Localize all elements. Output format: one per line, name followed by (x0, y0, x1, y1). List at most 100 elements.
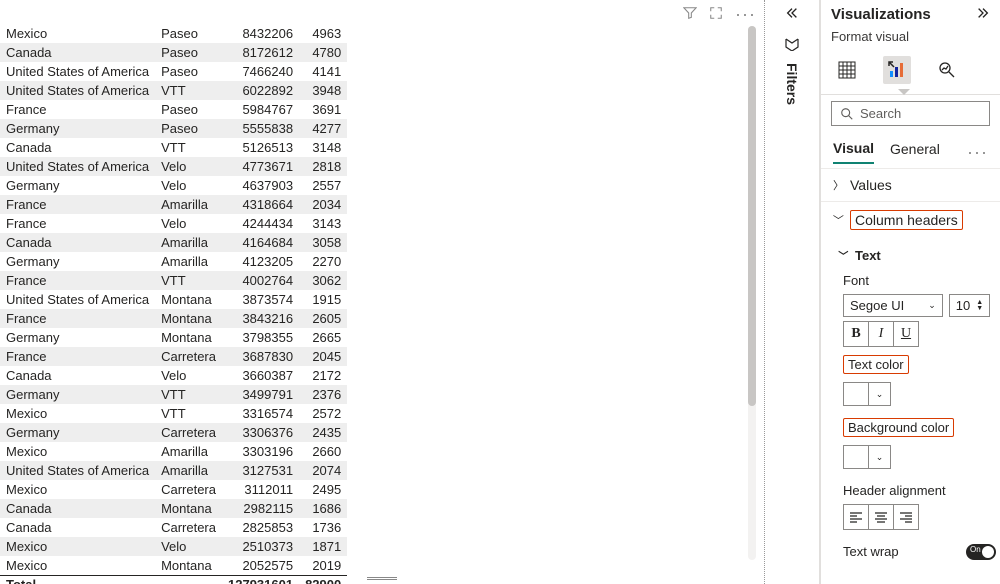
align-right-button[interactable] (893, 504, 919, 530)
table-cell: 5984767 (222, 100, 299, 119)
table-cell: Germany (0, 385, 155, 404)
table-row[interactable]: GermanyVTT34997912376 (0, 385, 347, 404)
table-row[interactable]: United States of AmericaMontana387357419… (0, 290, 347, 309)
chevron-down-icon[interactable]: ⌄ (869, 445, 891, 469)
table-cell: Amarilla (155, 195, 222, 214)
show-pane-icon[interactable] (784, 35, 800, 51)
tabs-more-icon[interactable]: ··· (967, 142, 988, 163)
table-cell: France (0, 214, 155, 233)
table-row[interactable]: FranceVelo42444343143 (0, 214, 347, 233)
table-cell: Mexico (0, 442, 155, 461)
table-row[interactable]: MexicoVelo25103731871 (0, 537, 347, 556)
table-row[interactable]: MexicoCarretera31120112495 (0, 480, 347, 499)
table-row[interactable]: MexicoAmarilla33031962660 (0, 442, 347, 461)
chevron-down-icon: ⌄ (928, 300, 936, 311)
build-visual-icon[interactable] (833, 56, 861, 84)
filter-icon[interactable] (683, 6, 697, 23)
table-cell: VTT (155, 385, 222, 404)
tab-general[interactable]: General (890, 141, 940, 163)
text-wrap-toggle[interactable]: On (966, 544, 996, 560)
color-swatch-box[interactable] (843, 445, 869, 469)
bold-button[interactable]: B (843, 321, 869, 347)
format-tabs: Visual General ··· (821, 132, 1000, 164)
table-row[interactable]: MexicoVTT33165742572 (0, 404, 347, 423)
align-left-button[interactable] (843, 504, 869, 530)
table-total-row: Total12793160182900 (0, 575, 347, 584)
font-label: Font (843, 271, 1000, 290)
table-cell: Carretera (155, 423, 222, 442)
table-row[interactable]: GermanyVelo46379032557 (0, 176, 347, 195)
table-cell: 3112011 (222, 480, 299, 499)
table-row[interactable]: CanadaVTT51265133148 (0, 138, 347, 157)
table-cell: 8432206 (222, 24, 299, 43)
underline-button[interactable]: U (893, 321, 919, 347)
table-row[interactable]: GermanyMontana37983552665 (0, 328, 347, 347)
table-row[interactable]: FrancePaseo59847673691 (0, 100, 347, 119)
font-family-select[interactable]: Segoe UI ⌄ (843, 294, 943, 317)
table-visual: ··· MexicoPaseo84322064963CanadaPaseo817… (0, 0, 765, 584)
table-row[interactable]: CanadaVelo36603872172 (0, 366, 347, 385)
table-cell: Canada (0, 233, 155, 252)
table-row[interactable]: MexicoMontana20525752019 (0, 556, 347, 575)
text-color-picker[interactable]: ⌄ (843, 382, 1000, 406)
table-row[interactable]: United States of AmericaVTT60228923948 (0, 81, 347, 100)
expand-pane-icon[interactable] (976, 6, 990, 23)
resize-handle[interactable] (367, 576, 397, 582)
table-row[interactable]: GermanyCarretera33063762435 (0, 423, 347, 442)
table-row[interactable]: MexicoPaseo84322064963 (0, 24, 347, 43)
table-row[interactable]: FranceMontana38432162605 (0, 309, 347, 328)
table-row[interactable]: United States of AmericaAmarilla31275312… (0, 461, 347, 480)
table-cell: Mexico (0, 24, 155, 43)
expand-filters-icon[interactable] (785, 6, 799, 23)
table-row[interactable]: United States of AmericaVelo47736712818 (0, 157, 347, 176)
table-cell: 3687830 (222, 347, 299, 366)
subsection-text[interactable]: 〉 Text (839, 244, 1000, 267)
align-center-button[interactable] (868, 504, 894, 530)
table-cell: 5555838 (222, 119, 299, 138)
header-alignment-label: Header alignment (843, 481, 1000, 500)
table-row[interactable]: GermanyAmarilla41232052270 (0, 252, 347, 271)
italic-button[interactable]: I (868, 321, 894, 347)
table-cell: VTT (155, 138, 222, 157)
table-cell: 2034 (299, 195, 347, 214)
section-column-headers[interactable]: 〉 Column headers (821, 201, 1000, 238)
section-values[interactable]: 〉 Values (821, 168, 1000, 201)
filters-label[interactable]: Filters (784, 63, 800, 105)
table-cell: Mexico (0, 556, 155, 575)
pane-title: Visualizations (831, 6, 976, 23)
chevron-down-icon[interactable]: ⌄ (869, 382, 891, 406)
spinner-icon[interactable]: ▲▼ (976, 300, 983, 312)
table-cell: VTT (155, 81, 222, 100)
table-cell: Germany (0, 423, 155, 442)
font-size-input[interactable]: 10 ▲▼ (949, 294, 990, 317)
color-swatch-box[interactable] (843, 382, 869, 406)
vertical-scrollbar[interactable] (748, 26, 756, 560)
table-row[interactable]: United States of AmericaPaseo74662404141 (0, 62, 347, 81)
table-row[interactable]: CanadaCarretera28258531736 (0, 518, 347, 537)
focus-mode-icon[interactable] (709, 6, 723, 23)
table-row[interactable]: CanadaPaseo81726124780 (0, 43, 347, 62)
more-options-icon[interactable]: ··· (735, 4, 756, 25)
background-color-picker[interactable]: ⌄ (843, 445, 1000, 469)
table-cell: Amarilla (155, 442, 222, 461)
analytics-icon[interactable] (933, 56, 961, 84)
table-cell: Carretera (155, 518, 222, 537)
column-headers-content: 〉 Text Font Segoe UI ⌄ 10 ▲▼ B (821, 238, 1000, 561)
format-visual-icon[interactable] (883, 56, 911, 84)
table-cell: 2818 (299, 157, 347, 176)
table-row[interactable]: FranceAmarilla43186642034 (0, 195, 347, 214)
alignment-buttons (843, 504, 1000, 530)
table-cell: 3143 (299, 214, 347, 233)
table-row[interactable]: CanadaMontana29821151686 (0, 499, 347, 518)
table-row[interactable]: FranceVTT40027643062 (0, 271, 347, 290)
table-row[interactable]: CanadaAmarilla41646843058 (0, 233, 347, 252)
tab-visual[interactable]: Visual (833, 140, 874, 164)
table-cell: 1736 (299, 518, 347, 537)
table-row[interactable]: GermanyPaseo55558384277 (0, 119, 347, 138)
table-cell: 3303196 (222, 442, 299, 461)
table-cell: France (0, 309, 155, 328)
background-color-label: Background color (843, 418, 954, 437)
search-input[interactable]: Search (831, 101, 990, 126)
table-cell: Canada (0, 499, 155, 518)
table-row[interactable]: FranceCarretera36878302045 (0, 347, 347, 366)
